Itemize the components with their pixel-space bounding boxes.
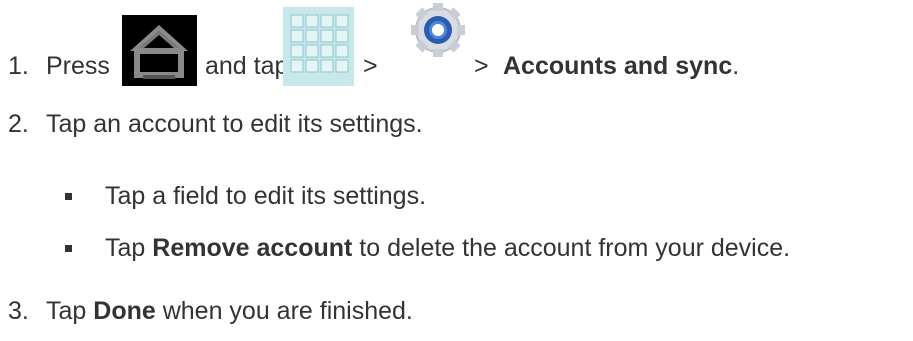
step-3-suffix: when you are finished. bbox=[162, 297, 413, 325]
remove-account-label: Remove account bbox=[152, 234, 353, 262]
bullet-marker bbox=[65, 245, 72, 252]
step-3-text: Tap Done when you are finished. bbox=[46, 296, 413, 326]
accounts-and-sync-label: Accounts and sync bbox=[503, 52, 733, 80]
step-1-and-tap-text: and tap bbox=[205, 52, 289, 80]
step-1: 1. Press and tap > > Accounts and sync. bbox=[0, 0, 913, 100]
step-3-prefix: Tap bbox=[46, 297, 87, 325]
step-1-target-label: Accounts and sync. bbox=[503, 51, 739, 81]
step-number-3: 3. bbox=[8, 297, 29, 325]
step-1-end-punct: . bbox=[732, 52, 740, 80]
step-1-press-text: Press bbox=[46, 52, 110, 80]
home-icon bbox=[122, 15, 197, 86]
bullet-2-prefix: Tap bbox=[105, 234, 146, 262]
done-label: Done bbox=[93, 297, 156, 325]
bullet-2-suffix: to delete the account from your device. bbox=[359, 234, 791, 262]
bullet-marker bbox=[65, 193, 72, 200]
bullet-1-text: Tap a field to edit its settings. bbox=[105, 182, 427, 210]
bullet-2-text: Tap Remove account to delete the account… bbox=[105, 233, 790, 263]
step-number-1: 1. bbox=[8, 52, 29, 80]
step-1-separator-1: > bbox=[363, 52, 378, 80]
step-number-2: 2. bbox=[8, 110, 29, 138]
step-2-text: Tap an account to edit its settings. bbox=[46, 110, 423, 138]
apps-grid-icon bbox=[283, 7, 354, 86]
settings-gear-icon bbox=[410, 2, 466, 58]
step-1-separator-2: > bbox=[474, 52, 489, 80]
